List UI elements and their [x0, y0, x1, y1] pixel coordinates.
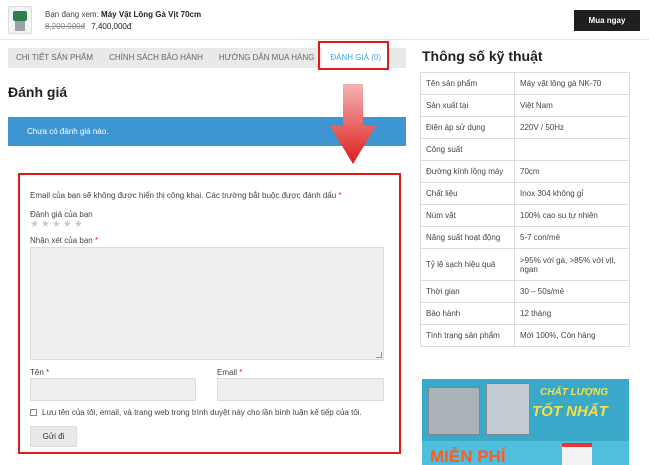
spec-value: >95% với gà, >85% với vịt, ngan	[514, 248, 630, 281]
spec-value: 30 – 50s/mẻ	[514, 280, 630, 303]
name-input[interactable]	[30, 378, 196, 401]
spec-key: Thời gian	[420, 280, 515, 303]
specs-table: Tên sản phẩm Máy vặt lông gà NK-70 Sản xu…	[420, 72, 630, 347]
sticky-product-bar: Bạn đang xem: Máy Vặt Lông Gà Vịt 70cm 8…	[0, 0, 649, 40]
comment-label: Nhận xét của bạn *	[30, 236, 99, 245]
save-info-label: Lưu tên của tôi, email, và trang web tro…	[42, 408, 362, 417]
spec-value	[514, 138, 630, 161]
new-price: 7,400,000đ	[91, 22, 132, 31]
spec-key: Tên sản phẩm	[420, 72, 515, 95]
machine-image	[428, 387, 480, 435]
spec-value: Máy vặt lông gà NK-70	[514, 72, 630, 95]
buy-now-button[interactable]: Mua ngay	[574, 10, 640, 31]
gift-icon	[562, 443, 592, 465]
price-block: 8,200,000đ 7,400,000đ	[45, 22, 131, 31]
spec-key: Bảo hành	[420, 302, 515, 325]
rating-label: Đánh giá của bạn	[30, 210, 93, 219]
star-rating[interactable]: ★ ★ ★ ★ ★	[30, 220, 83, 230]
table-row: Tên sản phẩm Máy vặt lông gà NK-70	[420, 72, 630, 95]
spec-key: Tình trạng sản phẩm	[420, 324, 515, 347]
spec-key: Năng suất hoạt động	[420, 226, 515, 249]
spec-value: 70cm	[514, 160, 630, 183]
old-price: 8,200,000đ	[45, 22, 86, 31]
spec-value: Việt Nam	[514, 94, 630, 117]
spec-key: Đường kính lồng máy	[420, 160, 515, 183]
table-row: Đường kính lồng máy 70cm	[420, 160, 630, 183]
spec-key: Sản xuất tại	[420, 94, 515, 117]
banner-quality-text: CHẤT LƯỢNG	[540, 387, 609, 398]
table-row: Núm vặt 100% cao su tự nhiên	[420, 204, 630, 227]
spec-value: Inox 304 không gỉ	[514, 182, 630, 205]
table-row: Tình trạng sản phẩm Mới 100%, Còn hàng	[420, 324, 630, 347]
table-row: Công suất	[420, 138, 630, 161]
table-row: Tỷ lệ sạch hiệu quả >95% với gà, >85% với…	[420, 248, 630, 281]
resize-handle-icon[interactable]	[376, 352, 382, 358]
save-info-checkbox[interactable]	[30, 409, 37, 416]
spec-key: Điện áp sử dụng	[420, 116, 515, 139]
specs-heading: Thông số kỹ thuật	[422, 48, 543, 64]
table-row: Chất liệu Inox 304 không gỉ	[420, 182, 630, 205]
star-icon[interactable]: ★	[41, 220, 50, 230]
spec-key: Núm vặt	[420, 204, 515, 227]
banner-best-text: TỐT NHẤT	[532, 403, 608, 420]
spec-value: 100% cao su tự nhiên	[514, 204, 630, 227]
star-icon[interactable]: ★	[63, 220, 72, 230]
star-icon[interactable]: ★	[52, 220, 61, 230]
star-icon[interactable]: ★	[30, 220, 39, 230]
email-label: Email *	[217, 368, 243, 377]
spec-key: Công suất	[420, 138, 515, 161]
table-row: Điện áp sử dụng 220V / 50Hz	[420, 116, 630, 139]
tab-warranty-policy[interactable]: CHÍNH SÁCH BẢO HÀNH	[101, 48, 211, 68]
table-row: Năng suất hoạt động 5-7 con/mẻ	[420, 226, 630, 249]
viewing-text: Bạn đang xem: Máy Vặt Lông Gà Vịt 70cm	[45, 10, 202, 19]
table-row: Thời gian 30 – 50s/mẻ	[420, 280, 630, 303]
name-label: Tên *	[30, 368, 50, 377]
submit-review-button[interactable]: Gửi đi	[30, 426, 77, 447]
table-row: Sản xuất tại Việt Nam	[420, 94, 630, 117]
star-icon[interactable]: ★	[74, 220, 83, 230]
comment-textarea[interactable]	[30, 247, 384, 360]
banner-free-text: MIỄN PHÍ	[430, 447, 506, 465]
reviews-heading: Đánh giá	[8, 84, 68, 100]
spec-value: 5-7 con/mẻ	[514, 226, 630, 249]
spec-value: 12 tháng	[514, 302, 630, 325]
machine-image	[486, 383, 530, 435]
spec-value: Mới 100%, Còn hàng	[514, 324, 630, 347]
form-notice: Email của bạn sẽ không được hiển thị côn…	[30, 191, 342, 200]
promo-banner[interactable]: CHẤT LƯỢNG TỐT NHẤT MIỄN PHÍ	[422, 379, 629, 465]
spec-key: Chất liệu	[420, 182, 515, 205]
down-arrow-icon	[330, 84, 376, 164]
spec-key: Tỷ lệ sạch hiệu quả	[420, 248, 515, 281]
email-input[interactable]	[217, 378, 384, 401]
tab-purchase-guide[interactable]: HƯỚNG DẪN MUA HÀNG	[211, 48, 322, 68]
product-name: Máy Vặt Lông Gà Vịt 70cm	[101, 10, 202, 19]
product-thumbnail[interactable]	[8, 6, 32, 34]
tab-product-details[interactable]: CHI TIẾT SẢN PHẨM	[8, 48, 101, 68]
spec-value: 220V / 50Hz	[514, 116, 630, 139]
tab-highlight-box	[318, 41, 389, 70]
table-row: Bảo hành 12 tháng	[420, 302, 630, 325]
